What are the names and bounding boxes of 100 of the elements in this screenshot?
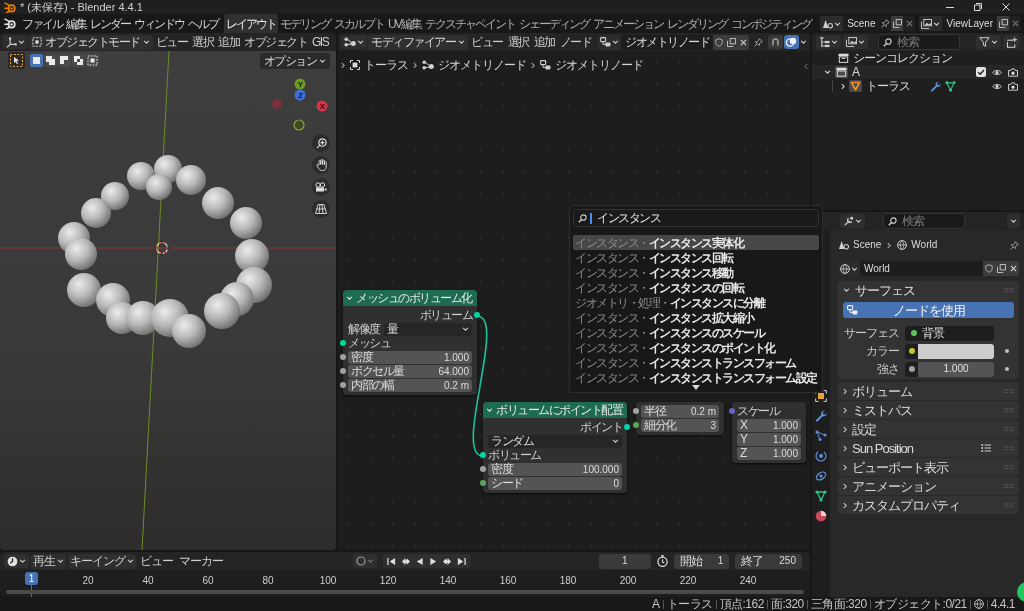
menu-item[interactable]: 選択 xyxy=(505,35,531,49)
disclosure-caret-icon[interactable] xyxy=(841,82,845,90)
world-browse-button[interactable] xyxy=(838,261,860,276)
menu-item[interactable]: ノード xyxy=(557,35,593,49)
dropdown[interactable]: 量 xyxy=(383,322,472,336)
duplicate-button[interactable] xyxy=(995,261,1007,276)
workspace-tab[interactable]: スカルプト xyxy=(332,14,386,33)
menu-item[interactable]: ビュー xyxy=(138,554,175,568)
search-field[interactable]: 検索 xyxy=(883,213,965,229)
menu-item[interactable]: ビュー xyxy=(153,35,189,49)
overlay-circles-icon[interactable] xyxy=(784,35,799,49)
axis-ring-icon[interactable] xyxy=(293,119,305,131)
number-field[interactable]: 半径 0.2 m xyxy=(641,404,719,418)
menu-item[interactable]: ヘルプ xyxy=(186,14,220,33)
eye-icon[interactable] xyxy=(992,82,1002,90)
menu-item[interactable]: ビュー xyxy=(469,35,505,49)
triangle-mesh-icon[interactable] xyxy=(815,490,827,502)
search-result[interactable]: インスタンス・インスタンストランスフォーム xyxy=(573,355,819,370)
list-icon[interactable] xyxy=(981,444,991,452)
pin-icon[interactable] xyxy=(881,19,890,28)
dropdown[interactable]: ランダム xyxy=(488,434,622,448)
node-group-browse-button[interactable] xyxy=(598,34,621,50)
selection-mode-icon[interactable] xyxy=(72,54,85,67)
panel-header[interactable]: アニメーション xyxy=(838,477,1019,495)
menu-item[interactable]: オブジェクト xyxy=(242,35,309,49)
view-layer-browse-button[interactable] xyxy=(919,16,943,31)
socket-button[interactable] xyxy=(905,361,918,377)
search-result[interactable]: インスタンス・インスタンスのポイント化 xyxy=(573,340,819,355)
search-field[interactable]: 検索 xyxy=(878,34,960,50)
magnet-icon[interactable] xyxy=(768,35,783,49)
new-view-layer-button[interactable] xyxy=(997,16,1009,31)
globe-icon[interactable] xyxy=(973,599,984,609)
number-field[interactable]: 1.000 xyxy=(918,361,994,377)
workspace-tab[interactable]: UV編集 xyxy=(386,14,423,33)
new-collection-button[interactable] xyxy=(1003,35,1020,49)
select-tool-icon[interactable] xyxy=(8,52,25,69)
menu-item[interactable]: GIS xyxy=(310,35,331,49)
auto-keying-button[interactable] xyxy=(352,554,377,568)
display-mode-button[interactable] xyxy=(816,35,841,49)
menu-item[interactable]: ウィンドウ xyxy=(132,14,186,33)
workspace-tab[interactable]: アニメーション xyxy=(590,14,665,33)
editor-type-button[interactable] xyxy=(840,214,865,228)
workspace-tab[interactable]: モデリング xyxy=(278,14,332,33)
checkbox[interactable] xyxy=(976,67,986,77)
dropdown-menu[interactable]: 再生 xyxy=(31,553,66,569)
pin-icon[interactable] xyxy=(754,37,763,47)
number-field[interactable]: 内部の幅 0.2 m xyxy=(348,378,472,392)
fake-user-button[interactable] xyxy=(713,34,725,50)
world-name-field[interactable]: World xyxy=(860,261,983,276)
camera-icon[interactable] xyxy=(1008,67,1018,77)
number-field[interactable]: Z 1.000 xyxy=(737,446,801,460)
socket-icon[interactable] xyxy=(340,382,346,388)
socket-icon[interactable] xyxy=(340,354,346,360)
unlink-button[interactable] xyxy=(1007,261,1019,276)
number-field[interactable]: X 1.000 xyxy=(737,418,801,432)
panel-header[interactable]: Sun Position xyxy=(838,439,1019,457)
eye-icon[interactable] xyxy=(992,68,1002,76)
pin-icon[interactable] xyxy=(1010,240,1019,250)
socket-icon[interactable] xyxy=(729,408,735,414)
camera-icon[interactable] xyxy=(1008,81,1018,91)
wrench-icon[interactable] xyxy=(815,410,827,422)
outliner-item[interactable]: シーンコレクション xyxy=(812,51,1024,65)
y-axis-button[interactable]: Y xyxy=(294,78,306,90)
view-filter-button[interactable] xyxy=(843,35,868,49)
socket-icon[interactable] xyxy=(633,422,639,428)
remove-scene-button[interactable] xyxy=(903,16,916,31)
chevron-left-icon[interactable] xyxy=(804,63,808,70)
socket-icon[interactable] xyxy=(340,340,346,346)
z-axis-button[interactable]: Z xyxy=(294,89,306,101)
panel-header[interactable]: サーフェス xyxy=(838,281,1019,299)
options-dropdown[interactable]: オプション xyxy=(259,53,330,69)
search-field[interactable]: インスタンス xyxy=(573,209,819,227)
playhead[interactable]: 1 xyxy=(25,572,38,585)
socket-icon[interactable] xyxy=(624,424,630,430)
app-logo-icon[interactable] xyxy=(4,18,16,29)
search-result[interactable]: インスタンス・インスタンス拡大縮小 xyxy=(573,310,819,325)
unlink-button[interactable] xyxy=(737,34,749,50)
socket-icon[interactable] xyxy=(633,408,639,414)
workspace-tab[interactable]: シェーディング xyxy=(516,14,591,33)
orbit-icon[interactable] xyxy=(815,450,827,462)
number-field[interactable]: 細分化 3 xyxy=(641,418,719,432)
color-swatch[interactable] xyxy=(918,343,994,359)
node-header[interactable]: メッシュのボリューム化 xyxy=(343,290,477,306)
number-field[interactable]: Y 1.000 xyxy=(737,432,801,446)
search-result[interactable]: インスタンス・インスタンストランスフォーム設定 xyxy=(573,370,819,385)
search-result[interactable]: インスタンス・インスタンス実体化 xyxy=(573,235,819,250)
panel-header[interactable]: カスタムプロパティ xyxy=(838,496,1019,514)
search-result[interactable]: インスタンス・インスタンス移動 xyxy=(573,265,819,280)
workspace-tab[interactable]: レイアウト xyxy=(224,14,278,33)
disclosure-caret-icon[interactable] xyxy=(824,70,831,74)
connected-dots-icon[interactable] xyxy=(815,430,827,442)
chevron-right-icon[interactable] xyxy=(341,61,345,69)
shader-link-field[interactable]: 背景 xyxy=(905,325,994,341)
panel-header[interactable]: ミストパス xyxy=(838,401,1019,419)
sphere-icon[interactable] xyxy=(815,510,827,522)
selection-mode-icon[interactable] xyxy=(30,54,43,67)
number-field[interactable]: シード 0 xyxy=(488,476,622,490)
menu-item[interactable]: レンダー xyxy=(88,14,132,33)
filter-button[interactable] xyxy=(976,35,1001,49)
menu-item[interactable]: 追加 xyxy=(531,35,557,49)
